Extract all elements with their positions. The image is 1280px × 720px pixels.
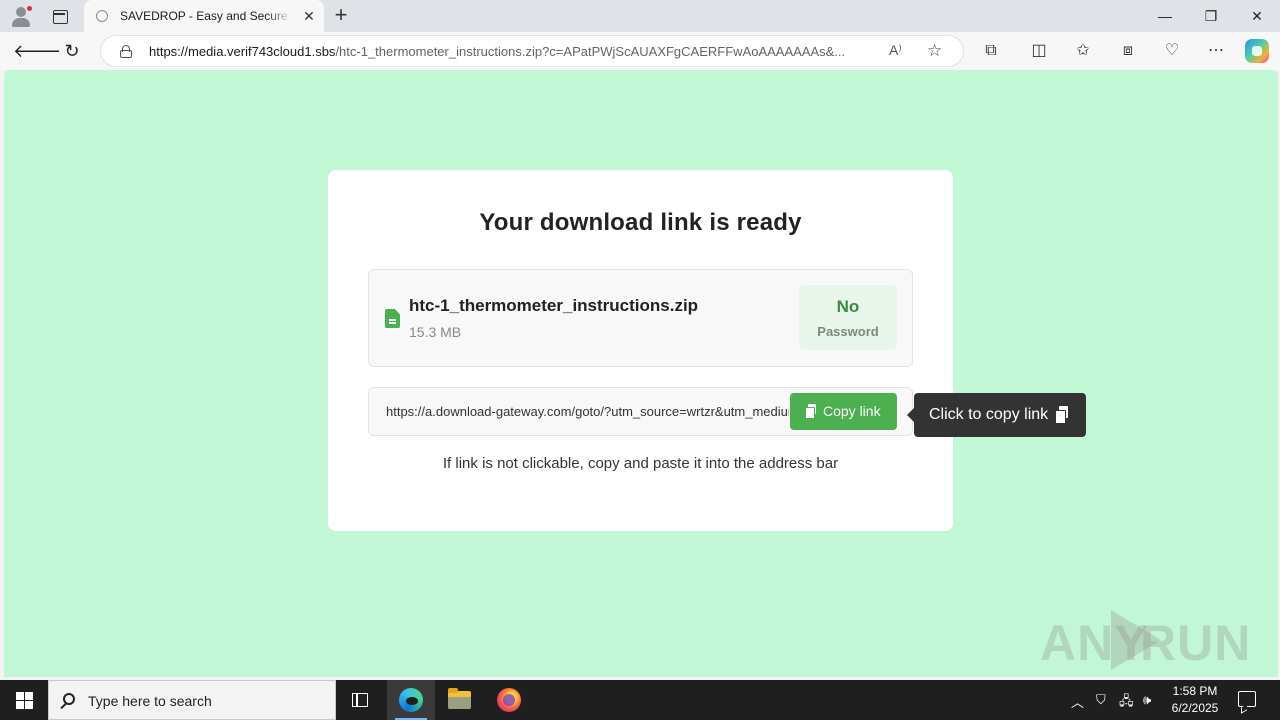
- file-name: htc-1_thermometer_instructions.zip: [409, 296, 699, 315]
- taskbar-firefox[interactable]: [485, 680, 533, 720]
- link-hint-text: If link is not clickable, copy and paste…: [442, 455, 839, 472]
- copy-icon: [1055, 406, 1068, 424]
- address-bar[interactable]: https://media.verif743cloud1.sbs/htc-1_t…: [100, 35, 964, 67]
- tab-close-icon[interactable]: ✕: [300, 7, 318, 25]
- favorites-icon[interactable]: ✩: [1071, 40, 1095, 62]
- tooltip-label: Click to copy link: [929, 406, 1049, 423]
- site-favicon-icon: [96, 10, 108, 22]
- firefox-icon: [497, 688, 521, 712]
- taskbar-file-explorer[interactable]: [436, 680, 484, 720]
- password-badge-bottom: Password: [817, 324, 879, 339]
- profile-avatar-icon[interactable]: [8, 4, 34, 28]
- clock-time: 1:58 PM: [1172, 684, 1218, 698]
- split-screen-icon[interactable]: ◫: [1027, 40, 1051, 62]
- page-background: Your download link is ready htc-1_thermo…: [4, 70, 1278, 677]
- star-icon[interactable]: ☆: [927, 41, 942, 61]
- file-icon: [385, 309, 400, 328]
- copy-tooltip: Click to copy link: [907, 393, 1086, 437]
- copy-link-button[interactable]: Copy link: [790, 393, 897, 430]
- collections-icon[interactable]: ⧈: [1116, 40, 1140, 62]
- tab-savedrop[interactable]: SAVEDROP - Easy and Secure File Sharing …: [84, 0, 324, 32]
- password-badge-top: No: [836, 297, 860, 316]
- download-card: Your download link is ready htc-1_thermo…: [328, 170, 953, 531]
- file-info-box: htc-1_thermometer_instructions.zip 15.3 …: [368, 269, 913, 367]
- taskbar-search-input[interactable]: Type here to search: [48, 680, 336, 720]
- minimize-button[interactable]: —: [1142, 0, 1188, 32]
- heart-pulse-icon[interactable]: ♡: [1160, 40, 1184, 62]
- network-icon[interactable]: 🖧: [1119, 692, 1134, 714]
- page-title: Your download link is ready: [479, 209, 802, 236]
- taskbar-clock[interactable]: 1:58 PM 6/2/2025: [1163, 683, 1227, 717]
- new-tab-button[interactable]: +: [330, 4, 352, 27]
- read-aloud-icon[interactable]: A⁾: [889, 42, 902, 59]
- puzzle-icon[interactable]: ⧉: [979, 40, 1003, 62]
- windows-start-icon[interactable]: [0, 680, 48, 720]
- download-link-text[interactable]: https://a.download-gateway.com/goto/?utm…: [386, 404, 789, 419]
- download-link-box: https://a.download-gateway.com/goto/?utm…: [368, 387, 913, 436]
- lock-icon[interactable]: [120, 45, 132, 58]
- tab-title: SAVEDROP - Easy and Secure File Sharing: [120, 9, 292, 23]
- search-placeholder: Type here to search: [88, 693, 212, 709]
- task-view-button[interactable]: [336, 680, 384, 720]
- address-url[interactable]: https://media.verif743cloud1.sbs/htc-1_t…: [149, 44, 877, 59]
- defender-icon[interactable]: ⛉: [1096, 692, 1106, 708]
- search-icon: [63, 693, 75, 705]
- volume-icon[interactable]: 🕪: [1143, 692, 1151, 708]
- taskbar-edge[interactable]: [387, 680, 435, 720]
- password-badge: No Password: [799, 285, 897, 350]
- clock-date: 6/2/2025: [1171, 701, 1219, 715]
- tab-strip: SAVEDROP - Easy and Secure File Sharing …: [0, 0, 1280, 32]
- task-view-icon: [352, 693, 368, 707]
- folder-icon: [448, 688, 471, 709]
- ellipsis-icon[interactable]: ⋯: [1204, 40, 1228, 62]
- copilot-icon[interactable]: [1245, 39, 1269, 63]
- restore-button[interactable]: ❐: [1188, 0, 1234, 32]
- chevron-up-icon[interactable]: ︿: [1071, 692, 1084, 711]
- refresh-icon[interactable]: ↻: [57, 36, 87, 66]
- copy-link-label: Copy link: [823, 403, 881, 419]
- taskbar: Type here to search ︿ ⛉ 🖧 🕪 1:58 PM 6/2/…: [0, 680, 1280, 720]
- browser-toolbar: 🡐 ↻ https://media.verif743cloud1.sbs/htc…: [0, 32, 1280, 70]
- notification-icon[interactable]: [1238, 691, 1256, 707]
- back-arrow-icon[interactable]: 🡐: [13, 36, 61, 66]
- file-size: 15.3 MB: [409, 324, 462, 340]
- edge-icon: [399, 688, 423, 712]
- copy-icon: [805, 404, 816, 419]
- window-close-button[interactable]: ✕: [1234, 0, 1280, 32]
- tab-actions-icon[interactable]: [46, 5, 74, 27]
